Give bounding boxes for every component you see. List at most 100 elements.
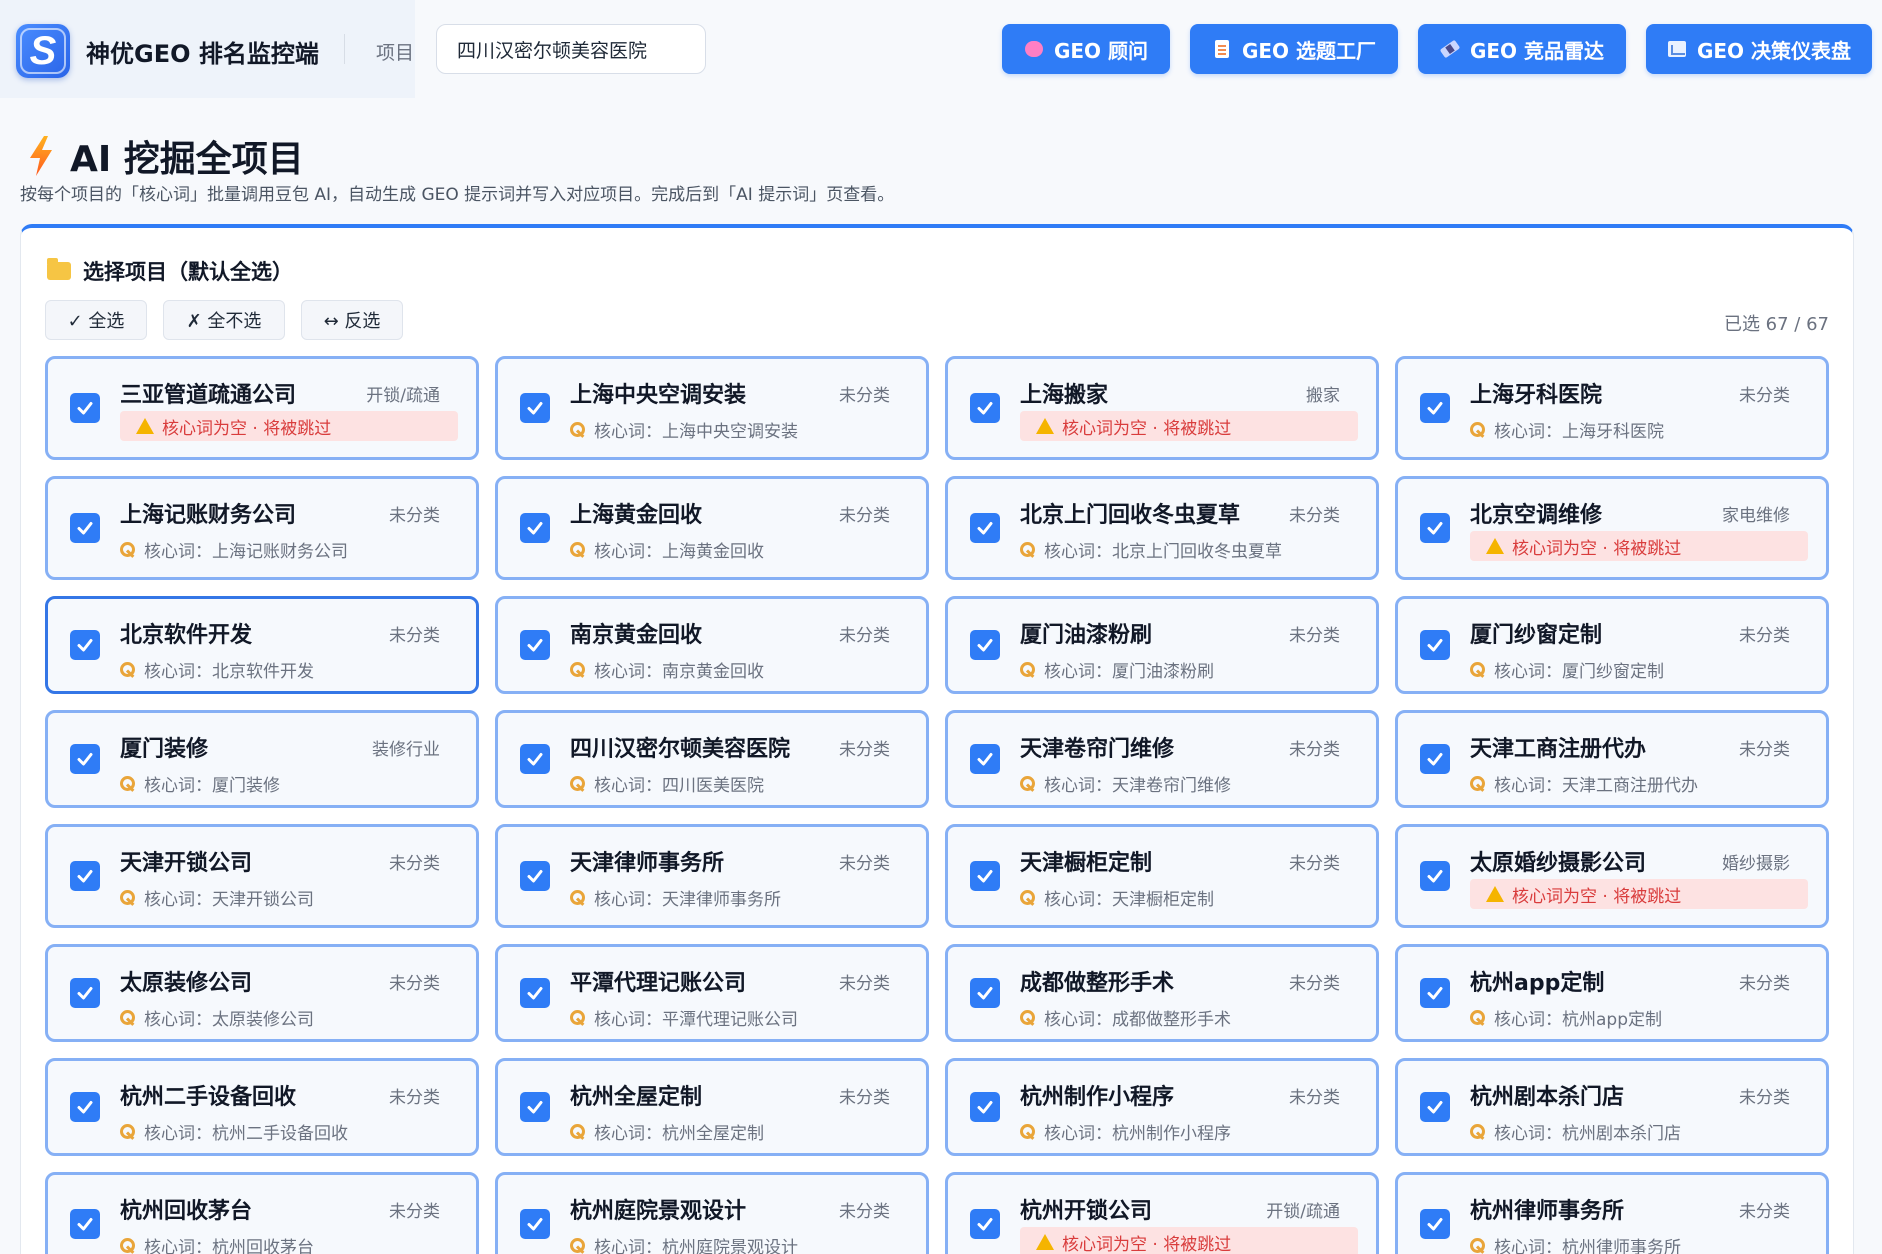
project-checkbox[interactable] — [520, 978, 550, 1008]
checkmark-icon — [1427, 1101, 1443, 1114]
project-card[interactable]: 太原婚纱摄影公司 婚纱摄影 核心词为空 · 将被跳过 — [1395, 824, 1829, 928]
project-card[interactable]: 上海记账财务公司 未分类 核心词： 上海记账财务公司 — [45, 476, 479, 580]
project-card[interactable]: 厦门装修 装修行业 核心词： 厦门装修 — [45, 710, 479, 808]
project-checkbox[interactable] — [1420, 1092, 1450, 1122]
select-all-button[interactable]: ✓ 全选 — [45, 300, 147, 340]
project-card[interactable]: 杭州剧本杀门店 未分类 核心词： 杭州剧本杀门店 — [1395, 1058, 1829, 1156]
project-checkbox[interactable] — [70, 630, 100, 660]
divider — [344, 34, 345, 64]
project-card[interactable]: 天津工商注册代办 未分类 核心词： 天津工商注册代办 — [1395, 710, 1829, 808]
key-icon — [570, 1123, 586, 1140]
project-checkbox[interactable] — [970, 513, 1000, 543]
project-name: 北京空调维修 — [1470, 503, 1603, 528]
project-card[interactable]: 杭州全屋定制 未分类 核心词： 杭州全屋定制 — [495, 1058, 929, 1156]
project-category: 未分类 — [839, 974, 890, 994]
project-card[interactable]: 成都做整形手术 未分类 核心词： 成都做整形手术 — [945, 944, 1379, 1042]
project-name: 天津橱柜定制 — [1020, 851, 1153, 876]
project-card[interactable]: 上海搬家 搬家 核心词为空 · 将被跳过 — [945, 356, 1379, 460]
project-checkbox[interactable] — [970, 978, 1000, 1008]
project-checkbox[interactable] — [70, 978, 100, 1008]
project-checkbox[interactable] — [70, 393, 100, 423]
project-card[interactable]: 厦门纱窗定制 未分类 核心词： 厦门纱窗定制 — [1395, 596, 1829, 694]
keyword-value: 厦门纱窗定制 — [1562, 662, 1664, 682]
core-keyword: 核心词： 杭州二手设备回收 — [120, 1119, 348, 1144]
project-card[interactable]: 北京空调维修 家电维修 核心词为空 · 将被跳过 — [1395, 476, 1829, 580]
invert-selection-button[interactable]: ↔ 反选 — [301, 300, 403, 340]
project-card[interactable]: 北京上门回收冬虫夏草 未分类 核心词： 北京上门回收冬虫夏草 — [945, 476, 1379, 580]
checkmark-icon — [77, 870, 93, 883]
project-checkbox[interactable] — [1420, 393, 1450, 423]
project-card[interactable]: 天津开锁公司 未分类 核心词： 天津开锁公司 — [45, 824, 479, 928]
empty-keyword-warning: 核心词为空 · 将被跳过 — [1020, 1227, 1358, 1254]
project-card[interactable]: 天津橱柜定制 未分类 核心词： 天津橱柜定制 — [945, 824, 1379, 928]
project-card[interactable]: 厦门油漆粉刷 未分类 核心词： 厦门油漆粉刷 — [945, 596, 1379, 694]
project-category: 未分类 — [839, 506, 890, 526]
project-card[interactable]: 三亚管道疏通公司 开锁/疏通 核心词为空 · 将被跳过 — [45, 356, 479, 460]
project-checkbox[interactable] — [1420, 630, 1450, 660]
project-checkbox[interactable] — [520, 861, 550, 891]
project-checkbox[interactable] — [520, 393, 550, 423]
geo-advisor-button[interactable]: GEO 顾问 — [1002, 24, 1170, 74]
core-keyword: 核心词： 天津卷帘门维修 — [1020, 771, 1231, 796]
project-category: 未分类 — [389, 506, 440, 526]
project-name: 杭州二手设备回收 — [120, 1085, 297, 1110]
project-card[interactable]: 杭州回收茅台 未分类 核心词： 杭州回收茅台 — [45, 1172, 479, 1254]
project-checkbox[interactable] — [70, 744, 100, 774]
project-checkbox[interactable] — [520, 744, 550, 774]
project-card[interactable]: 上海中央空调安装 未分类 核心词： 上海中央空调安装 — [495, 356, 929, 460]
project-card[interactable]: 四川汉密尔顿美容医院 未分类 核心词： 四川医美医院 — [495, 710, 929, 808]
keyword-prefix: 核心词： — [144, 542, 212, 562]
keyword-value: 北京软件开发 — [212, 662, 314, 682]
project-checkbox[interactable] — [70, 1092, 100, 1122]
warning-icon — [1486, 886, 1504, 902]
project-card[interactable]: 天津卷帘门维修 未分类 核心词： 天津卷帘门维修 — [945, 710, 1379, 808]
project-card[interactable]: 杭州二手设备回收 未分类 核心词： 杭州二手设备回收 — [45, 1058, 479, 1156]
checkmark-icon — [77, 1101, 93, 1114]
geo-competitor-radar-button[interactable]: GEO 竞品雷达 — [1418, 24, 1626, 74]
project-card[interactable]: 北京软件开发 未分类 核心词： 北京软件开发 — [45, 596, 479, 694]
keyword-value: 天津律师事务所 — [662, 890, 781, 910]
project-checkbox[interactable] — [970, 630, 1000, 660]
project-card[interactable]: 杭州律师事务所 未分类 核心词： 杭州律师事务所 — [1395, 1172, 1829, 1254]
project-checkbox[interactable] — [970, 393, 1000, 423]
key-icon — [120, 1123, 136, 1140]
warning-text: 核心词为空 · 将被跳过 — [162, 418, 332, 439]
project-card[interactable]: 杭州app定制 未分类 核心词： 杭州app定制 — [1395, 944, 1829, 1042]
project-checkbox[interactable] — [520, 630, 550, 660]
select-none-button[interactable]: ✗ 全不选 — [163, 300, 285, 340]
project-checkbox[interactable] — [70, 861, 100, 891]
project-checkbox[interactable] — [520, 1209, 550, 1239]
project-select[interactable]: 四川汉密尔顿美容医院 — [436, 24, 706, 74]
project-card[interactable]: 平潭代理记账公司 未分类 核心词： 平潭代理记账公司 — [495, 944, 929, 1042]
project-checkbox[interactable] — [1420, 744, 1450, 774]
project-card[interactable]: 南京黄金回收 未分类 核心词： 南京黄金回收 — [495, 596, 929, 694]
project-checkbox[interactable] — [970, 1209, 1000, 1239]
project-checkbox[interactable] — [970, 744, 1000, 774]
project-checkbox[interactable] — [970, 861, 1000, 891]
project-name: 杭州剧本杀门店 — [1470, 1085, 1625, 1110]
project-checkbox[interactable] — [70, 1209, 100, 1239]
keyword-prefix: 核心词： — [144, 1238, 212, 1254]
project-checkbox[interactable] — [970, 1092, 1000, 1122]
geo-topic-factory-button[interactable]: GEO 选题工厂 — [1190, 24, 1398, 74]
checkmark-icon — [527, 1218, 543, 1231]
project-card[interactable]: 上海黄金回收 未分类 核心词： 上海黄金回收 — [495, 476, 929, 580]
project-checkbox[interactable] — [1420, 1209, 1450, 1239]
project-checkbox[interactable] — [1420, 978, 1450, 1008]
project-checkbox[interactable] — [1420, 513, 1450, 543]
project-checkbox[interactable] — [520, 1092, 550, 1122]
project-card[interactable]: 太原装修公司 未分类 核心词： 太原装修公司 — [45, 944, 479, 1042]
core-keyword: 核心词： 厦门油漆粉刷 — [1020, 657, 1214, 682]
project-card[interactable]: 上海牙科医院 未分类 核心词： 上海牙科医院 — [1395, 356, 1829, 460]
project-card[interactable]: 杭州制作小程序 未分类 核心词： 杭州制作小程序 — [945, 1058, 1379, 1156]
project-category: 搬家 — [1306, 386, 1340, 406]
project-checkbox[interactable] — [1420, 861, 1450, 891]
project-name: 四川汉密尔顿美容医院 — [570, 737, 791, 762]
project-card[interactable]: 天津律师事务所 未分类 核心词： 天津律师事务所 — [495, 824, 929, 928]
project-name: 北京上门回收冬虫夏草 — [1020, 503, 1241, 528]
geo-dashboard-button[interactable]: GEO 决策仪表盘 — [1646, 24, 1872, 74]
project-checkbox[interactable] — [70, 513, 100, 543]
project-card[interactable]: 杭州庭院景观设计 未分类 核心词： 杭州庭院景观设计 — [495, 1172, 929, 1254]
project-card[interactable]: 杭州开锁公司 开锁/疏通 核心词为空 · 将被跳过 — [945, 1172, 1379, 1254]
project-checkbox[interactable] — [520, 513, 550, 543]
